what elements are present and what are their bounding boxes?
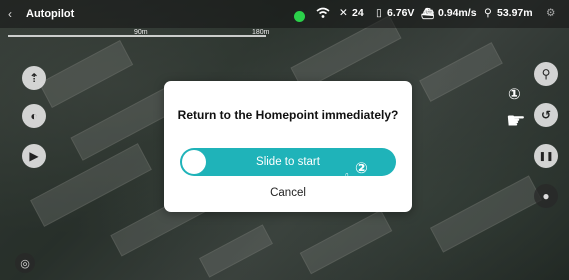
top-status-bar: ‹ Autopilot ✕ 24 ▯ 6.76V ⛴ 0.94m/s ⚲ 53.… — [0, 0, 569, 28]
return-home-dialog: Return to the Homepoint immediately? Sli… — [164, 81, 412, 212]
tap-hand-icon: ☝ — [335, 168, 351, 198]
land-button[interactable]: ▶ — [22, 144, 46, 168]
speed-icon: ⛴ — [421, 8, 435, 20]
target-icon: ◎ — [20, 257, 30, 270]
back-icon[interactable]: ‹ — [8, 7, 12, 21]
pause-icon: ❚❚ — [538, 150, 554, 161]
light-icon: ◐ — [30, 109, 38, 123]
satellite-icon: ✕ — [339, 7, 348, 19]
settings-gear-icon[interactable]: ⚙ — [546, 7, 555, 19]
stop-button[interactable]: ● — [534, 184, 558, 208]
light-button[interactable]: ◐ — [22, 104, 46, 128]
wifi-icon — [316, 7, 330, 22]
step-1-marker: ① — [508, 86, 521, 103]
return-home-icon: ↺ — [540, 108, 552, 122]
scale-mid-label: 90m — [134, 29, 148, 36]
step-2-marker: ② — [355, 160, 368, 177]
speed-value: 0.94m/s — [438, 7, 477, 19]
location-pin-icon: ⚲ — [541, 67, 551, 81]
target-button[interactable]: ◎ — [15, 253, 35, 273]
altitude-icon: ⚲ — [484, 7, 492, 19]
map-scale-bar: 90m 180m — [8, 29, 270, 39]
stop-icon: ● — [542, 189, 550, 203]
battery-icon: ▯ — [376, 7, 382, 19]
page-title: Autopilot — [26, 8, 75, 20]
dialog-prompt: Return to the Homepoint immediately? — [177, 108, 399, 122]
land-icon: ▶ — [29, 149, 39, 163]
pause-button[interactable]: ❚❚ — [534, 144, 558, 168]
location-button[interactable]: ⚲ — [534, 62, 558, 86]
battery-voltage: 6.76V — [387, 7, 415, 19]
altitude-value: 53.97m — [497, 7, 533, 19]
takeoff-icon: ⇡ — [28, 71, 40, 85]
satellite-count: 24 — [352, 7, 364, 19]
gps-status-icon — [294, 11, 305, 22]
takeoff-button[interactable]: ⇡ — [22, 66, 46, 90]
scale-end-label: 180m — [252, 29, 270, 36]
pointing-hand-icon: ☛ — [506, 108, 526, 133]
cancel-button[interactable]: Cancel — [164, 187, 412, 199]
return-home-button[interactable]: ↺ — [534, 103, 558, 127]
